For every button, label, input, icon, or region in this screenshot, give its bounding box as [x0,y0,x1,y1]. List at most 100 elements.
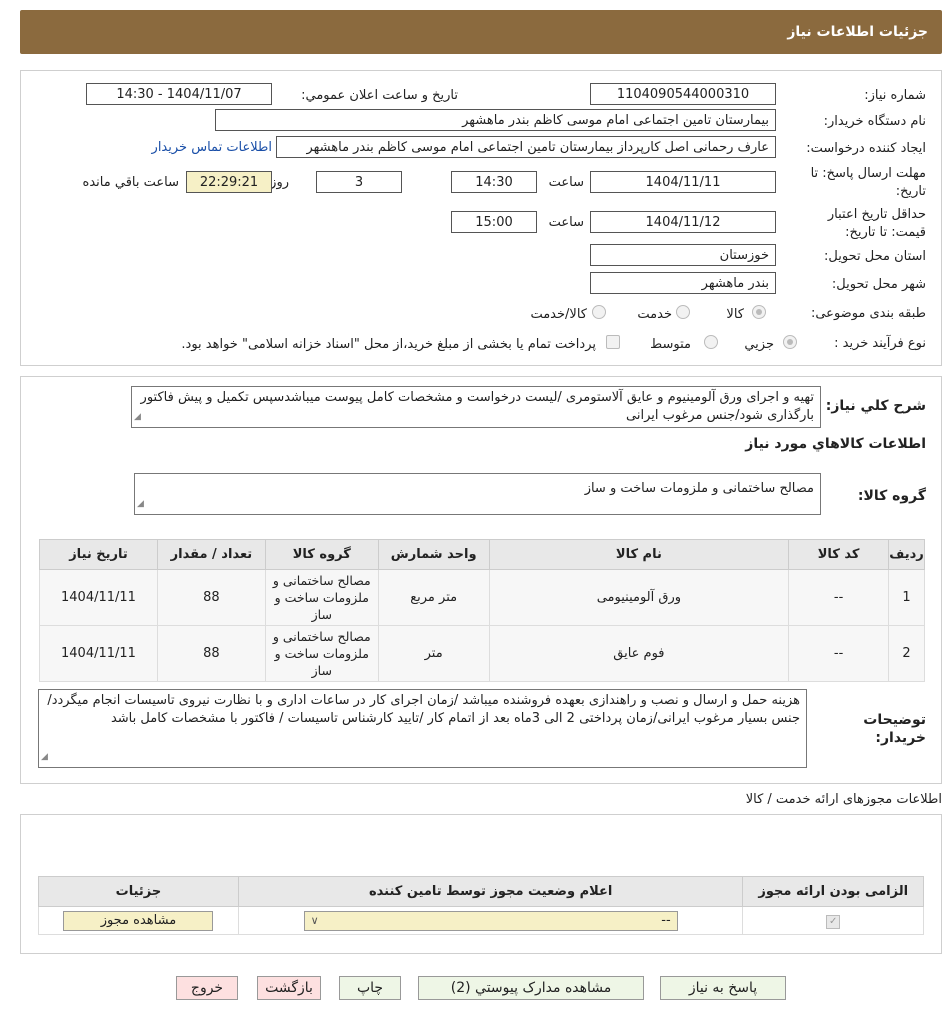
page-header: جزئيات اطلاعات نياز [20,10,942,54]
goods-table-header: رديف کد کالا نام کالا واحد شمارش گروه کا… [39,539,925,570]
validity-time-field: 15:00 [451,211,537,233]
cell-date: 1404/11/11 [39,625,158,682]
permits-table-header: الزامی بودن ارائه مجوز اعلام وضعیت مجوز … [38,876,924,907]
permit-status-value: -- [661,913,671,928]
col-header-details: جزئیات [38,876,239,907]
exit-button[interactable]: خروج [176,976,238,1000]
chevron-down-icon: ∨ [310,914,319,927]
summary-text: تهیه و اجرای ورق آلومینیوم و عایق آلاستو… [140,390,814,423]
goods-group-text: مصالح ساختمانی و ملزومات ساخت و ساز [584,481,814,496]
permit-status-select[interactable]: ∨ -- [303,910,678,931]
page-title: جزئيات اطلاعات نياز [787,24,928,40]
resize-grip-icon[interactable]: ◢ [41,748,48,766]
category-label: طبقه بندی موضوعی: [810,306,926,321]
requester-field: عارف رحمانی اصل کارپرداز بیمارستان تامین… [276,136,776,158]
cell-details: مشاهده مجوز [38,906,239,935]
deadline-time-label: ساعت [548,175,584,190]
city-field: بندر ماهشهر [590,272,776,294]
print-button[interactable]: چاپ [339,976,401,1000]
cell-index: 2 [888,625,925,682]
resize-grip-icon[interactable]: ◢ [134,408,141,426]
permits-section-title: اطلاعات مجوزهای ارائه خدمت / کالا [745,792,942,807]
cell-code: -- [788,569,890,626]
table-row: 2 -- فوم عایق متر مصالح ساختمانی و ملزوم… [39,625,925,682]
need-number-label: شماره نياز: [864,88,926,103]
cell-code: -- [788,625,890,682]
cell-unit: متر [377,625,490,682]
cell-date: 1404/11/11 [39,569,158,626]
required-checkbox[interactable]: ✓ [826,914,841,929]
validity-date-field: 1404/11/12 [590,211,776,233]
province-label: استان محل تحويل: [824,249,926,264]
buyer-notes-label-2: خريدار: [875,730,926,746]
category-option-service: خدمت [637,307,672,322]
validity-label-2: قيمت: تا تاريخ: [845,225,926,240]
cell-name: فوم عایق [488,625,790,682]
deadline-label-2: تاريخ: [895,184,926,199]
goods-table: رديف کد کالا نام کالا واحد شمارش گروه کا… [39,539,925,682]
cell-qty: 88 [156,625,266,682]
category-option-both: کالا/خدمت [530,307,587,322]
buyer-notes-label: توضيحات [863,712,926,728]
cell-index: 1 [888,569,925,626]
need-number-field: 1104090544000310 [590,83,776,105]
remaining-label: ساعت باقي مانده [82,175,179,190]
cell-group: مصالح ساختمانی و ملزومات ساخت و ساز [264,625,379,682]
summary-textarea: تهیه و اجرای ورق آلومینیوم و عایق آلاستو… [131,386,821,428]
validity-time-label: ساعت [548,215,584,230]
col-header-required: الزامی بودن ارائه مجوز [742,876,924,907]
buyer-org-field: بیمارستان تامین اجتماعی امام موسی کاظم ب… [215,109,776,131]
deadline-date-field: 1404/11/11 [590,171,776,193]
cell-qty: 88 [156,569,266,626]
cell-status: ∨ -- [237,906,744,935]
permits-table: الزامی بودن ارائه مجوز اعلام وضعیت مجوز … [38,876,924,935]
process-radio-medium[interactable] [704,335,718,349]
col-header-qty: تعداد / مقدار [156,539,266,570]
category-option-goods: کالا [726,307,744,322]
back-button[interactable]: بازگشت [257,976,321,1000]
summary-label: شرح کلي نياز: [825,398,926,414]
cell-required: ✓ [742,906,924,935]
table-row: ✓ ∨ -- مشاهده مجوز [38,906,924,935]
buyer-contact-link[interactable]: اطلاعات تماس خريدار [152,140,272,155]
goods-section-title: اطلاعات کالاهاي مورد نياز [745,436,926,452]
payment-treasury-checkbox[interactable] [606,335,620,349]
col-header-unit: واحد شمارش [377,539,490,570]
col-header-status: اعلام وضعیت مجوز توسط تامین کننده [237,876,744,907]
category-radio-both[interactable] [592,305,606,319]
col-header-code: کد کالا [788,539,890,570]
deadline-time-field: 14:30 [451,171,537,193]
goods-group-label: گروه کالا: [857,488,926,504]
days-remaining-field: 3 [316,171,402,193]
buyer-org-label: نام دستگاه خريدار: [823,114,926,129]
cell-group: مصالح ساختمانی و ملزومات ساخت و ساز [264,569,379,626]
reply-button[interactable]: پاسخ به نياز [660,976,786,1000]
validity-label: حداقل تاريخ اعتبار [827,207,926,222]
col-header-name: نام کالا [488,539,790,570]
col-header-index: رديف [888,539,925,570]
buyer-notes-textarea: هزینه حمل و ارسال و نصب و راهندازی بعهده… [38,689,807,768]
process-label: نوع فرآيند خريد : [834,336,926,351]
deadline-label: مهلت ارسال پاسخ: تا [810,166,926,181]
col-header-date: تاريخ نياز [39,539,158,570]
process-radio-minor[interactable] [783,335,797,349]
col-header-group: گروه کالا [264,539,379,570]
buyer-notes-text: هزینه حمل و ارسال و نصب و راهندازی بعهده… [47,693,800,726]
announce-datetime-field: 1404/11/07 - 14:30 [86,83,272,105]
announce-label: تاريخ و ساعت اعلان عمومي: [301,88,458,103]
resize-grip-icon[interactable]: ◢ [137,495,144,513]
table-row: 1 -- ورق آلومینیومی متر مربع مصالح ساختم… [39,569,925,626]
process-option-minor: جزيي [744,337,774,352]
city-label: شهر محل تحويل: [831,277,926,292]
view-attachments-button[interactable]: مشاهده مدارک پيوستي (2) [418,976,644,1000]
province-field: خوزستان [590,244,776,266]
requester-label: ايجاد کننده درخواست: [806,141,926,156]
category-radio-goods[interactable] [752,305,766,319]
category-radio-service[interactable] [676,305,690,319]
remaining-time-field: 22:29:21 [186,171,272,193]
cell-unit: متر مربع [377,569,490,626]
goods-group-textarea: مصالح ساختمانی و ملزومات ساخت و ساز ◢ [134,473,821,515]
view-permit-button[interactable]: مشاهده مجوز [63,910,214,931]
payment-note: پرداخت تمام یا بخشی از مبلغ خرید،از محل … [181,337,596,352]
process-option-medium: متوسط [650,337,691,352]
